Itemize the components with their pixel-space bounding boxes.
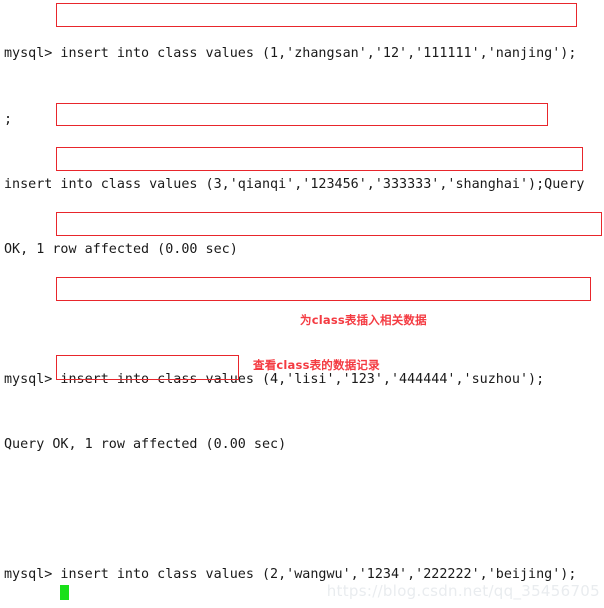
terminal-cursor	[60, 585, 69, 600]
terminal-line: mysql> insert into class values (1,'zhan…	[4, 46, 577, 62]
watermark: https://blog.csdn.net/qq_35456705	[326, 582, 600, 600]
terminal-screenshot: ´ ' mysql> insert into class values (1,'…	[0, 0, 604, 608]
terminal-output[interactable]: mysql> insert into class values (1,'zhan…	[4, 0, 604, 608]
annotation-insert-data: 为class表插入相关数据	[300, 313, 427, 327]
annotation-view-records: 查看class表的数据记录	[253, 358, 380, 372]
terminal-line: insert into class values (3,'qianqi','12…	[4, 176, 585, 192]
terminal-line: Query OK, 1 row affected (0.00 sec)	[4, 436, 287, 452]
terminal-line: OK, 1 row affected (0.00 sec)	[4, 241, 238, 257]
terminal-line: ;	[4, 111, 13, 127]
